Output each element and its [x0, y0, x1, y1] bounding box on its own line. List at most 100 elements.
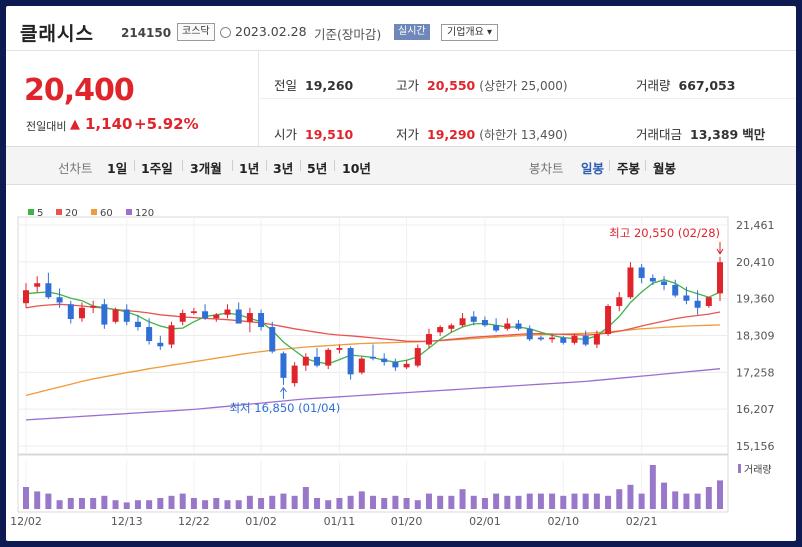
candle-body	[314, 356, 321, 366]
candle-body	[437, 327, 444, 333]
low-annotation: 최저 16,850 (01/04)	[229, 401, 340, 415]
x-tick-label: 02/01	[469, 515, 501, 528]
volume-bar	[291, 495, 298, 509]
volume-bar	[515, 495, 522, 509]
candle-body	[112, 309, 119, 322]
volume-bar	[537, 493, 544, 509]
x-tick-label: 01/11	[324, 515, 356, 528]
candle-body	[291, 365, 298, 384]
x-tick-label: 12/02	[10, 515, 42, 528]
candle-body	[157, 342, 164, 347]
candle-body	[616, 297, 623, 307]
y-tick-label: 16,207	[736, 403, 775, 416]
candle-body	[202, 311, 209, 319]
candle-body	[470, 316, 477, 322]
volume-bar	[560, 495, 567, 509]
candle-body	[459, 318, 466, 326]
y-tick-label: 19,360	[736, 293, 775, 306]
x-tick-label: 02/10	[547, 515, 579, 528]
x-tick-label: 12/13	[111, 515, 143, 528]
legend-label: 60	[100, 208, 113, 219]
candle-body	[67, 304, 74, 319]
candle-body	[134, 321, 141, 328]
y-tick-label: 15,156	[736, 440, 775, 453]
candle-body	[280, 353, 287, 378]
candle-body	[23, 290, 29, 304]
volume-bar	[616, 489, 623, 509]
candle-body	[246, 313, 253, 322]
volume-bar	[34, 491, 41, 509]
volume-bar	[202, 500, 209, 509]
candle-body	[190, 311, 197, 314]
candle-body	[34, 283, 41, 287]
volume-bar	[246, 495, 253, 509]
volume-bar	[146, 500, 153, 509]
candle-body	[269, 327, 276, 352]
volume-bar	[470, 495, 477, 509]
volume-bar	[683, 493, 690, 509]
volume-bar	[593, 493, 600, 509]
y-tick-label: 20,410	[736, 256, 775, 269]
legend-swatch	[91, 209, 97, 215]
candle-body	[168, 325, 175, 345]
y-tick-label: 17,258	[736, 366, 775, 379]
volume-bar	[157, 498, 164, 509]
volume-bar	[672, 491, 679, 509]
volume-bar	[627, 484, 634, 509]
candle-body	[235, 309, 242, 324]
candle-body	[571, 335, 578, 343]
candle-body	[258, 313, 265, 328]
candle-body	[123, 309, 130, 322]
candle-body	[672, 284, 679, 296]
candle-body	[101, 304, 108, 325]
candle-body	[493, 325, 500, 331]
candle-body	[705, 297, 712, 307]
candle-body	[56, 297, 63, 303]
candle-body	[78, 307, 85, 319]
volume-bar	[302, 487, 309, 509]
candle-body	[414, 348, 421, 366]
candle-body	[537, 337, 544, 340]
volume-bar	[336, 498, 343, 509]
volume-bar	[403, 498, 410, 509]
candle-body	[526, 328, 533, 340]
candle-body	[694, 300, 701, 308]
candle-body	[358, 358, 365, 373]
candle-body	[627, 267, 634, 298]
candle-body	[481, 320, 488, 326]
candle-body	[649, 277, 656, 282]
candle-body	[549, 337, 556, 340]
volume-bar	[280, 493, 287, 509]
candle-body	[302, 356, 309, 366]
stock-widget: 클래시스 214150 코스닥 2023.02.28 기준(장마감) 실시간 기…	[6, 6, 796, 541]
volume-bar	[414, 500, 421, 509]
volume-bar	[67, 498, 74, 509]
volume-bar	[649, 465, 656, 509]
volume-bar	[179, 493, 186, 509]
candlestick-chart[interactable]: 21,461 20,410 19,360 18,309 17,258 16,207 15,1…	[6, 6, 796, 541]
candle-body	[605, 306, 612, 335]
x-tick-label: 01/20	[391, 515, 423, 528]
candle-body	[425, 334, 432, 345]
candle-body	[370, 356, 376, 359]
y-tick-label: 21,461	[736, 219, 775, 232]
candle-body	[347, 348, 354, 375]
candle-body	[582, 335, 589, 345]
volume-bar	[459, 489, 466, 509]
volume-bar	[661, 482, 668, 509]
volume-bar	[448, 495, 455, 509]
volume-bar	[258, 498, 265, 509]
volume-bar	[347, 495, 354, 509]
volume-bar	[694, 493, 701, 509]
volume-bar	[134, 500, 141, 509]
volume-bar	[493, 493, 500, 509]
legend-label: 5	[37, 208, 43, 219]
volume-bar	[370, 495, 376, 509]
volume-bar	[45, 493, 52, 509]
candle-body	[593, 334, 600, 345]
legend-swatch	[56, 209, 62, 215]
legend-swatch	[126, 209, 132, 215]
x-tick-label: 01/02	[245, 515, 277, 528]
volume-bar	[392, 495, 399, 509]
candle-body	[146, 327, 153, 342]
